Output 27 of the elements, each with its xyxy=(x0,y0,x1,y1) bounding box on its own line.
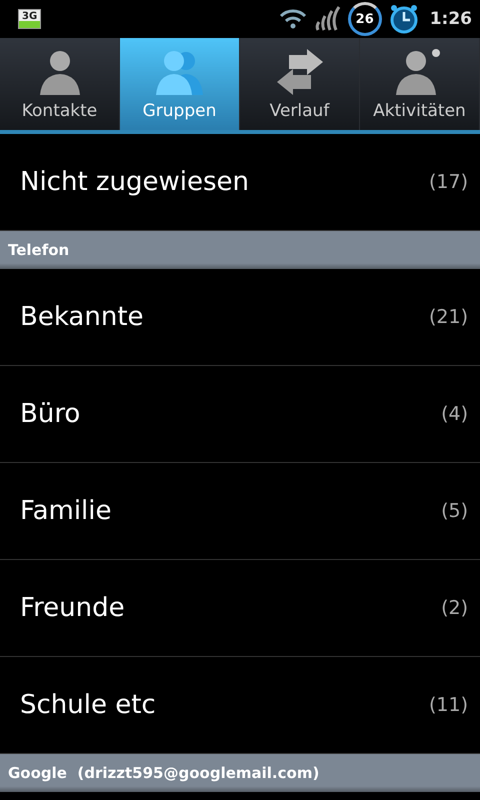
group-name: Bekannte xyxy=(20,302,144,332)
member-count: (2) xyxy=(441,597,468,619)
group-row[interactable]: Büro (4) xyxy=(0,366,480,463)
member-count: (17) xyxy=(428,171,468,193)
tab[interactable]: Aktivitäten xyxy=(360,38,480,130)
group-row[interactable]: Freunde (2) xyxy=(0,560,480,657)
member-count: (4) xyxy=(441,403,468,425)
clock-time: 1:26 xyxy=(430,9,472,29)
swap-arrows-icon xyxy=(274,47,324,97)
group-name: Freunde xyxy=(20,593,125,623)
network-icon: 3G xyxy=(18,9,42,29)
group-name: Büro xyxy=(20,399,80,429)
member-count: (21) xyxy=(428,306,468,328)
notification-count-badge: 26 xyxy=(348,2,382,36)
member-count: (11) xyxy=(428,694,468,716)
section-header: Telefon xyxy=(0,231,480,269)
wifi-icon xyxy=(278,7,308,31)
tab[interactable]: Gruppen xyxy=(120,38,240,130)
section-header: Google (drizzt595@googlemail.com) xyxy=(0,754,480,792)
group-row[interactable]: Familie (5) xyxy=(0,463,480,560)
group-name: Nicht zugewiesen xyxy=(20,167,250,197)
group-name: Schule etc xyxy=(20,690,156,720)
signal-icon xyxy=(314,6,342,32)
alarm-clock-icon xyxy=(388,3,420,35)
member-count: (5) xyxy=(441,500,468,522)
group-name: Familie xyxy=(20,496,112,526)
group-row[interactable]: Bekannte (21) xyxy=(0,269,480,366)
